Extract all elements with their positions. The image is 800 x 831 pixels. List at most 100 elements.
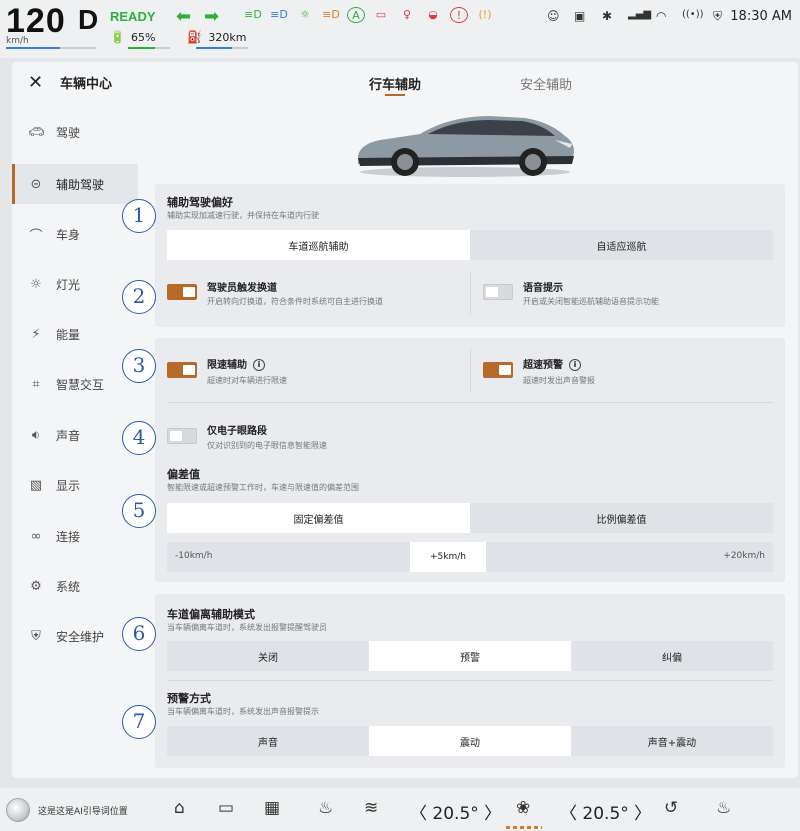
lane-change-subtitle: 开启转向灯换道，符合条件时系统可自主进行换道 <box>207 297 383 306</box>
hotspot-icon[interactable]: ((•)) <box>682 9 704 20</box>
battery-icon: 🔋 <box>110 30 125 44</box>
lane-departure-segment: 关闭 预警 纠偏 <box>167 641 773 671</box>
home-icon[interactable]: ⌂ <box>174 798 185 818</box>
option-lane-cruise[interactable]: 车道巡航辅助 <box>167 230 470 260</box>
sidebar-item-system[interactable]: ⚙︎ 系统 <box>12 566 138 606</box>
sidebar-item-label: 显示 <box>56 478 81 493</box>
apps-grid-icon[interactable]: ▦ <box>264 798 280 818</box>
sidebar-item-label: 能量 <box>56 327 81 342</box>
annotation-marker-1: 1 <box>122 199 156 233</box>
tab-safety-assist[interactable]: 安全辅助 <box>520 74 572 93</box>
temp-right[interactable]: 〈 20.5° 〉 <box>560 799 651 824</box>
option-adaptive-cruise[interactable]: 自适应巡航 <box>470 230 773 260</box>
warning-mode-title: 预警方式 <box>167 692 211 705</box>
option-sound-vibration[interactable]: 声音+震动 <box>571 726 773 756</box>
vehicle-center-panel: ✕ 车辆中心 🚗︎ 驾驶 ⊝ 辅助驾驶 ⌒ 车身 ☼ 灯光 ⚡︎ 能量 ⌗ 智慧… <box>12 62 798 778</box>
voice-subtitle: 开启或关闭智能巡航辅助语音提示功能 <box>523 297 659 306</box>
sidebar-item-label: 智慧交互 <box>56 377 105 392</box>
speed-bar <box>6 47 96 49</box>
recirculation-icon[interactable]: ↺ <box>664 798 678 818</box>
sidebar-item-energy[interactable]: ⚡︎ 能量 <box>12 314 138 354</box>
option-vibration[interactable]: 震动 <box>369 726 571 756</box>
deviation-segment: 固定偏差值 比例偏差值 <box>167 503 773 533</box>
slider-min-label: -10km/h <box>175 551 213 561</box>
divider <box>470 348 471 392</box>
link-icon: ∞ <box>30 528 42 544</box>
sidebar-item-assist-driving[interactable]: ⊝ 辅助驾驶 <box>12 164 138 204</box>
option-sound[interactable]: 声音 <box>167 726 369 756</box>
status-bar: 120 D km/h READY ⬅ ➡ ≡D ≡D ☼ ≡D A ▭ ♀ ◒ … <box>0 0 800 58</box>
wifi-icon[interactable]: ◠ <box>656 9 666 23</box>
seat-heater-right-icon[interactable]: ♨ <box>716 798 731 818</box>
user-icon[interactable]: ☺ <box>547 9 560 23</box>
sidebar-item-safety[interactable]: ⛨ 安全维护 <box>12 616 138 656</box>
temp-left[interactable]: 〈 20.5° 〉 <box>410 799 501 824</box>
sun-icon: ☼ <box>30 276 42 292</box>
steering-wheel-icon: ⊝ <box>30 176 42 192</box>
warning-mode-segment: 声音 震动 声音+震动 <box>167 726 773 756</box>
battery-warning-icon: ▭ <box>375 8 387 21</box>
sidebar-header: ✕ 车辆中心 <box>28 72 112 93</box>
option-off[interactable]: 关闭 <box>167 641 369 671</box>
fan-icon[interactable]: ❀ <box>516 798 530 818</box>
ai-assistant-icon[interactable] <box>6 798 30 822</box>
range-value: 320km <box>208 30 247 44</box>
brake-warning-icon: ! <box>450 7 468 23</box>
sidebar-item-display[interactable]: ▧ 显示 <box>12 465 138 505</box>
speed-limit-toggle[interactable] <box>167 362 197 378</box>
speed-limit-subtitle: 超速时对车辆进行限速 <box>207 376 287 385</box>
sidebar-title: 车辆中心 <box>60 77 113 92</box>
bluetooth-icon[interactable]: ✱ <box>602 9 612 23</box>
car-icon[interactable]: ▭ <box>218 798 234 818</box>
lane-departure-card: 车道偏离辅助模式 当车辆偏离车道时，系统发出报警提醒驾驶员 关闭 预警 纠偏 预… <box>155 594 785 768</box>
camera-icon[interactable]: ▣ <box>574 9 585 23</box>
sidebar-item-body[interactable]: ⌒ 车身 <box>12 214 138 254</box>
car-illustration <box>358 116 574 177</box>
option-fixed-deviation[interactable]: 固定偏差值 <box>167 503 470 533</box>
overspeed-title: 超速预警 i <box>523 356 581 371</box>
sidebar-item-sound[interactable]: 🔉︎ 声音 <box>12 415 138 455</box>
sidebar-item-label: 安全维护 <box>56 629 105 644</box>
annotation-marker-6: 6 <box>122 617 156 651</box>
shield-icon: ⛨ <box>31 628 41 644</box>
ai-prompt-text[interactable]: 这是这是AI引导词位置 <box>38 804 128 817</box>
pref-title: 辅助驾驶偏好 <box>167 196 233 209</box>
voice-title: 语音提示 <box>523 283 563 294</box>
lane-departure-title: 车道偏离辅助模式 <box>167 608 255 621</box>
option-warning[interactable]: 预警 <box>369 641 571 671</box>
deviation-slider[interactable]: -10km/h +5km/h +20km/h <box>167 542 773 572</box>
sidebar-item-driving[interactable]: 🚗︎ 驾驶 <box>12 112 138 152</box>
battery-percent: 65% <box>130 30 156 44</box>
sidebar-item-connect[interactable]: ∞ 连接 <box>12 516 138 556</box>
speed-limit-card: 限速辅助 i 超速时对车辆进行限速 超速预警 i 超速时发出声音警报 仅电子眼路段 … <box>155 338 785 582</box>
battery-bar <box>128 47 170 49</box>
sidebar-item-label: 声音 <box>56 428 81 443</box>
close-icon[interactable]: ✕ <box>28 72 46 93</box>
deviation-title: 偏差值 <box>167 468 200 481</box>
option-ratio-deviation[interactable]: 比例偏差值 <box>470 503 773 533</box>
overspeed-toggle[interactable] <box>483 362 513 378</box>
voice-toggle[interactable] <box>483 284 513 300</box>
ready-indicator: READY <box>110 9 156 24</box>
info-icon[interactable]: i <box>569 359 581 371</box>
annotation-marker-4: 4 <box>122 421 156 455</box>
sidebar-item-lights[interactable]: ☼ 灯光 <box>12 264 138 304</box>
gear-indicator: D <box>78 4 99 35</box>
info-icon[interactable]: i <box>253 359 265 371</box>
tab-driving-assist[interactable]: 行车辅助 <box>369 74 421 93</box>
car-body-icon: ⌒ <box>29 228 43 244</box>
seat-heater-left-icon[interactable]: ♨ <box>318 798 333 818</box>
sidebar-item-interaction[interactable]: ⌗ 智慧交互 <box>12 364 138 404</box>
slider-thumb[interactable]: +5km/h <box>410 542 486 572</box>
lane-change-toggle[interactable] <box>167 284 197 300</box>
fuel-pump-icon: ⛽ <box>187 30 203 44</box>
eye-only-subtitle: 仅对识别到的电子眼信息智能限速 <box>207 441 327 450</box>
eye-only-toggle[interactable] <box>167 428 197 444</box>
lightning-icon: ⚡︎ <box>31 326 41 342</box>
range-bar <box>196 47 248 49</box>
tire-pressure-icon: (!) <box>478 8 492 21</box>
speed-unit: km/h <box>6 36 29 46</box>
defrost-icon[interactable]: ≋ <box>364 798 378 818</box>
option-correction[interactable]: 纠偏 <box>571 641 773 671</box>
speaker-icon: 🔉︎ <box>31 427 41 443</box>
